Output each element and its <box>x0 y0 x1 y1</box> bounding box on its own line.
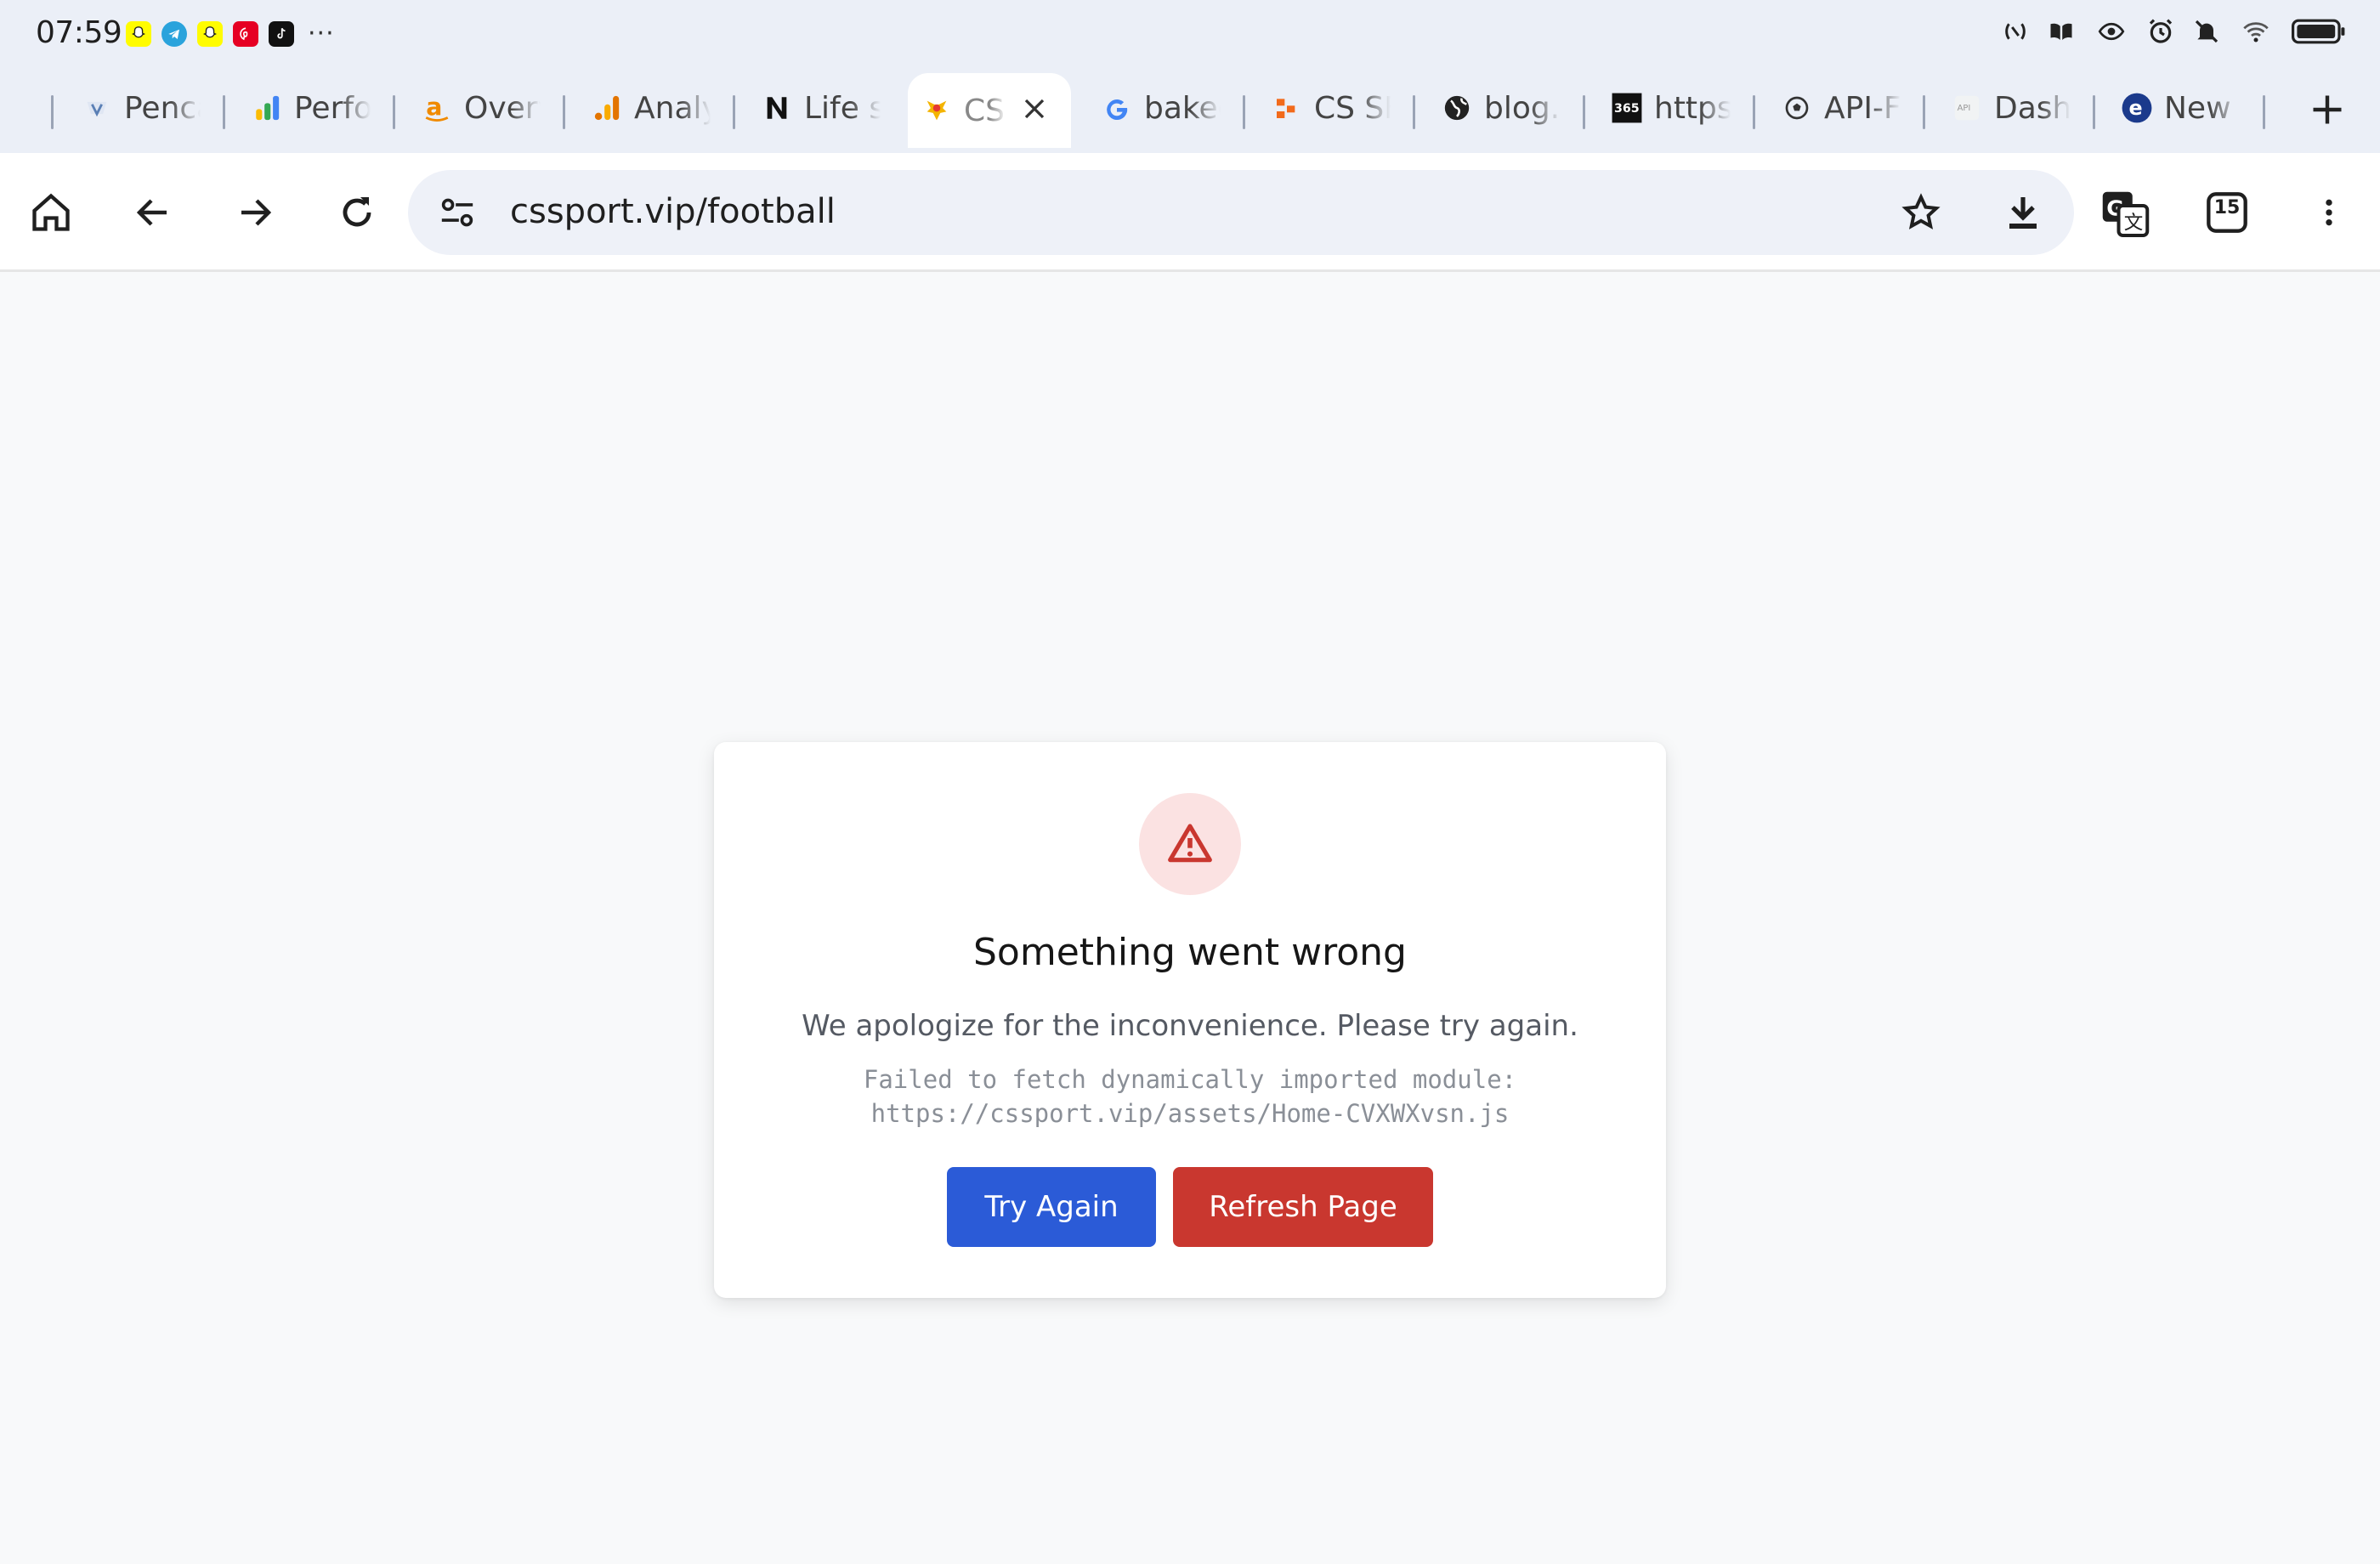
tab-separator <box>2093 95 2095 129</box>
warning-icon <box>1168 824 1212 863</box>
browser-toolbar: cssport.vip/football G文 15 <box>0 153 2380 272</box>
tab-count: 15 <box>2213 197 2241 218</box>
error-icon-badge <box>1139 793 1241 895</box>
new-tab-button[interactable] <box>2309 85 2346 140</box>
notification-icons: ··· <box>126 19 335 48</box>
analytics-favicon <box>590 91 624 125</box>
svg-text:文: 文 <box>2124 212 2144 235</box>
tab-cssport-active[interactable]: CS <box>908 73 1071 148</box>
tab-separator <box>563 95 565 129</box>
tab-separator <box>1413 95 1415 129</box>
error-detail-line: Failed to fetch dynamically imported mod… <box>863 1065 1517 1094</box>
back-button[interactable] <box>128 187 178 238</box>
tab-close-icon[interactable] <box>1022 91 1047 130</box>
eye-icon <box>2098 22 2125 41</box>
cssport-favicon <box>920 94 954 128</box>
error-detail: Failed to fetch dynamically imported mod… <box>714 1062 1666 1130</box>
nfc-icon <box>2005 23 2026 40</box>
more-notifications: ··· <box>308 19 335 48</box>
error-title: Something went wrong <box>973 931 1407 974</box>
google-favicon <box>1100 91 1134 125</box>
tab-strip: Penca Perfo a Overv Analy Life s CS <box>0 70 2380 153</box>
notion-favicon <box>760 91 794 125</box>
address-bar[interactable]: cssport.vip/football <box>408 170 2074 255</box>
cs-favicon <box>1270 91 1304 125</box>
google-ads-favicon <box>250 91 284 125</box>
tab-api-football[interactable]: API-F <box>1768 78 1921 138</box>
tab-life[interactable]: Life s <box>748 78 901 138</box>
tab-separator <box>2263 95 2265 129</box>
reload-icon <box>343 197 371 227</box>
tab-cs-sf[interactable]: CS SF <box>1258 78 1411 138</box>
tab-overview[interactable]: a Overv <box>408 78 561 138</box>
tab-baked[interactable]: bakec <box>1088 78 1241 138</box>
forward-button[interactable] <box>230 187 280 238</box>
error-message: We apologize for the inconvenience. Plea… <box>802 1009 1578 1043</box>
snapchat-icon <box>126 20 151 47</box>
tab-penca[interactable]: Penca <box>68 78 221 138</box>
pencil-favicon <box>80 91 114 125</box>
snapchat-icon <box>197 20 223 47</box>
error-card: Something went wrong We apologize for th… <box>714 742 1666 1298</box>
bookmark-star-icon[interactable] <box>1901 192 1941 236</box>
battery-icon <box>2292 19 2345 44</box>
reload-button[interactable] <box>332 187 382 238</box>
svg-text:a: a <box>426 94 442 122</box>
telegram-icon <box>162 20 187 47</box>
site-settings-icon[interactable] <box>439 196 476 233</box>
tab-separator <box>1923 95 1925 129</box>
svg-text:365: 365 <box>1614 102 1640 116</box>
amazon-favicon: a <box>420 91 454 125</box>
tab-new[interactable]: e New <box>2108 78 2261 138</box>
status-bar: 07:59 ··· <box>0 0 2380 70</box>
tab-separator <box>51 95 54 129</box>
tab-perfo[interactable]: Perfo <box>238 78 391 138</box>
url-text[interactable]: cssport.vip/football <box>510 192 836 231</box>
tab-separator <box>393 95 395 129</box>
alarm-icon <box>2149 19 2173 43</box>
error-detail-line: https://cssport.vip/assets/Home-CVXWXvsn… <box>870 1099 1510 1128</box>
translate-icon: G文 <box>2102 191 2150 237</box>
globe-favicon <box>1440 91 1474 125</box>
api-favicon: API <box>1950 91 1984 125</box>
tab-blog[interactable]: blog.c <box>1428 78 1581 138</box>
svg-text:e: e <box>2129 96 2143 120</box>
status-time: 07:59 <box>36 15 122 50</box>
more-vert-icon <box>2326 199 2332 226</box>
tiktok-icon <box>269 20 294 47</box>
365-favicon: 365 <box>1610 91 1644 125</box>
wifi-icon <box>2243 22 2269 42</box>
tab-analytics[interactable]: Analy <box>578 78 731 138</box>
tab-switcher-button[interactable]: 15 <box>2202 187 2252 238</box>
tab-separator <box>1753 95 1755 129</box>
menu-button[interactable] <box>2304 187 2354 238</box>
svg-text:API: API <box>1958 104 1971 113</box>
book-icon <box>2050 23 2072 40</box>
home-button[interactable] <box>26 187 76 238</box>
translate-button[interactable]: G文 <box>2098 187 2152 241</box>
back-arrow-icon <box>136 199 167 226</box>
tab-separator <box>223 95 225 129</box>
tab-https[interactable]: 365 https <box>1598 78 1751 138</box>
system-icons <box>2003 17 2346 46</box>
pinterest-icon <box>233 20 258 47</box>
tab-separator <box>1243 95 1245 129</box>
download-icon[interactable] <box>2003 192 2043 236</box>
tab-separator <box>1583 95 1585 129</box>
mute-icon <box>2195 20 2218 43</box>
try-again-button[interactable]: Try Again <box>947 1167 1156 1247</box>
tab-separator <box>733 95 735 129</box>
home-icon <box>32 193 70 231</box>
refresh-page-button[interactable]: Refresh Page <box>1173 1167 1433 1247</box>
forward-arrow-icon <box>241 199 272 226</box>
football-favicon <box>1780 91 1814 125</box>
tab-dashboard[interactable]: API Dashl <box>1938 78 2091 138</box>
edge-favicon: e <box>2120 91 2154 125</box>
